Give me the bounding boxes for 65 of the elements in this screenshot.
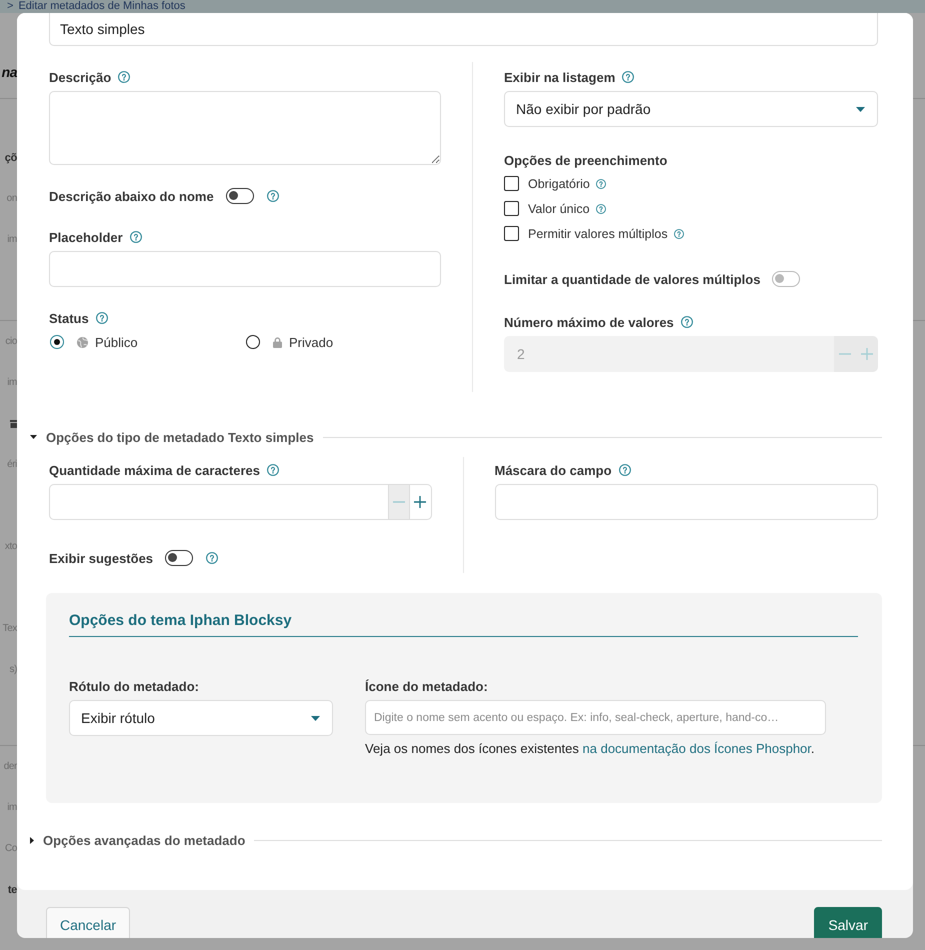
toggle-switch[interactable] (226, 188, 254, 204)
select-field[interactable]: Não exibir por padrão (504, 91, 878, 127)
section-toggle[interactable]: Opções do tipo de metadado Texto simples (30, 430, 314, 444)
checkbox[interactable] (504, 176, 519, 191)
text-field[interactable] (49, 251, 441, 287)
field-label: Opções de preenchimento (504, 152, 668, 168)
background-text: on (6, 193, 17, 204)
section-toggle[interactable]: Opções avançadas do metadado (30, 832, 246, 848)
option-label[interactable]: Público (95, 334, 138, 350)
type-field[interactable]: Texto simples (49, 13, 878, 46)
option-label[interactable]: Obrigatório (528, 176, 590, 190)
plus-icon (860, 348, 872, 360)
field-label: Máscara do campo (494, 462, 612, 478)
lock-icon (273, 336, 282, 348)
panel-title: Opções do tema Iphan Blocksy (69, 611, 858, 637)
background-text: cio (5, 336, 17, 347)
background-text: xto (4, 541, 17, 552)
toggle-switch[interactable] (165, 550, 194, 566)
field-label: Número máximo de valores (504, 314, 674, 330)
checkbox[interactable] (504, 226, 519, 241)
background-heading: na (2, 64, 17, 80)
select-field[interactable]: Exibir rótulo (69, 700, 333, 736)
background-label: çõ (4, 152, 17, 164)
save-button[interactable]: Salvar (814, 907, 882, 938)
option-label[interactable]: Privado (289, 334, 334, 350)
breadcrumb-separator: > (7, 0, 14, 13)
caret-down-icon (311, 716, 320, 720)
globe-icon (77, 336, 88, 348)
minus-icon (392, 501, 404, 503)
background-text: Co (5, 843, 17, 854)
minus-icon (839, 353, 851, 355)
checkbox[interactable] (504, 201, 519, 216)
option-label[interactable]: Valor único (528, 202, 590, 216)
radio-button[interactable] (246, 335, 260, 349)
background-text: im (7, 802, 17, 813)
plus-icon (414, 496, 426, 508)
option-label[interactable]: Permitir valores múltiplos (528, 226, 668, 240)
background-label: te (8, 884, 17, 896)
breadcrumb-link[interactable]: Editar metadados de Minhas fotos (18, 0, 186, 13)
field-label: Exibir sugestões (49, 550, 154, 566)
documentation-link[interactable]: na documentação dos Ícones Phosphor (582, 741, 811, 756)
field-label: Ícone do metadado: (365, 678, 488, 694)
icon-field[interactable]: Digite o nome sem acento ou espaço. Ex: info, seal-check, aperture, hand-co… (365, 700, 826, 735)
field-label: Status (49, 310, 89, 326)
background-text: Tex (2, 623, 17, 634)
field-label: Descrição abaixo do nome (49, 188, 214, 204)
caret-down-icon (856, 106, 865, 112)
field-label: Placeholder (49, 230, 123, 244)
increment-button[interactable] (410, 484, 432, 520)
archive-icon (10, 420, 17, 428)
background-text: s) (9, 664, 17, 675)
text-field[interactable] (494, 484, 878, 520)
background-text: der (4, 761, 17, 772)
field-label: Exibir na listagem (504, 70, 616, 84)
field-label: Rótulo do metadado: (69, 678, 199, 694)
background-text: éri (7, 459, 17, 470)
radio-button[interactable] (50, 335, 64, 349)
field-label: Quantidade máxima de caracteres (49, 462, 260, 478)
field-label: Limitar a quantidade de valores múltiplos (504, 272, 760, 286)
background-text: im (7, 377, 17, 388)
cancel-button[interactable]: Cancelar (46, 907, 130, 938)
field-label: Descrição (49, 70, 112, 84)
number-field[interactable] (49, 484, 388, 520)
help-text: Veja os nomes dos ícones existentes na documentação dos Ícones Phosphor. (365, 741, 816, 757)
background-text: im (7, 234, 17, 245)
